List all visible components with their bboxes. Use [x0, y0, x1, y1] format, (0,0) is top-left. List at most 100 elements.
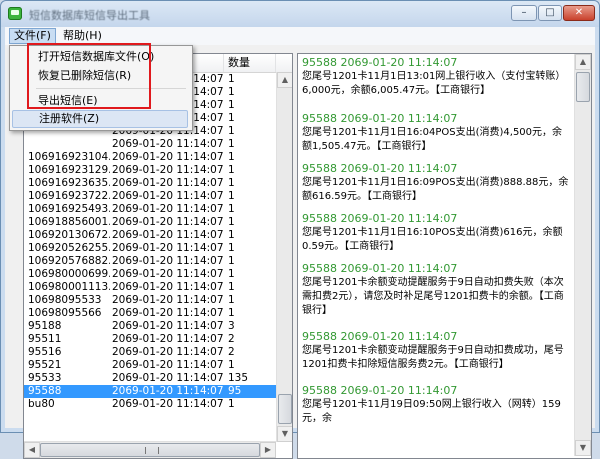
row-count: 1 — [228, 86, 235, 98]
row-count: 1 — [228, 73, 235, 85]
table-row[interactable]: 95516 2069-01-20 11:14:07 2 — [24, 346, 276, 359]
row-number: 106920130672... — [28, 229, 110, 241]
row-count: 1 — [228, 281, 235, 293]
row-time: 2069-01-20 11:14:07 — [112, 242, 224, 254]
row-number: 95188 — [28, 320, 62, 332]
table-row[interactable]: 106980001113... 2069-01-20 11:14:07 1 — [24, 281, 276, 294]
scroll-up-icon[interactable]: ▲ — [575, 54, 591, 70]
message-view[interactable]: 95588 2069-01-20 11:14:07 您尾号1201卡11月1日13… — [297, 53, 592, 459]
row-number: 106916923104... — [28, 151, 110, 163]
menu-help[interactable]: 帮助(H) — [59, 28, 106, 44]
minimize-button[interactable]: – — [511, 5, 537, 21]
row-count: 1 — [228, 203, 235, 215]
scroll-down-icon[interactable]: ▼ — [277, 426, 292, 442]
row-time: 2069-01-20 11:14:07 — [112, 190, 224, 202]
row-count: 1 — [228, 99, 235, 111]
table-row[interactable]: 106916925493... 2069-01-20 11:14:07 1 — [24, 203, 276, 216]
table-row[interactable]: 106916923129... 2069-01-20 11:14:07 1 — [24, 164, 276, 177]
row-number: 95588 — [28, 385, 62, 397]
message-body: 您尾号1201卡11月1日16:04POS支出(消费)4,500元，余额1,50… — [302, 127, 563, 152]
row-time: 2069-01-20 11:14:07 — [112, 333, 224, 345]
row-time: 2069-01-20 11:14:07 — [112, 268, 224, 280]
row-count: 1 — [228, 125, 235, 137]
message-header: 95588 2069-01-20 11:14:07 — [302, 162, 458, 175]
table-row[interactable]: 95588 2069-01-20 11:14:07 95 — [24, 385, 276, 398]
close-button[interactable]: ✕ — [563, 5, 595, 21]
message-header: 95588 2069-01-20 11:14:07 — [302, 330, 458, 343]
maximize-button[interactable]: □ — [538, 5, 562, 21]
message-header: 95588 2069-01-20 11:14:07 — [302, 262, 458, 275]
table-row[interactable]: 106920130672... 2069-01-20 11:14:07 1 — [24, 229, 276, 242]
row-number: 10698095566 — [28, 307, 102, 319]
row-number: bu80 — [28, 398, 55, 410]
row-count: 1 — [228, 216, 235, 228]
table-row[interactable]: 95188 2069-01-20 11:14:07 3 — [24, 320, 276, 333]
message-body: 您尾号1201卡余额变动提醒服务于9日自动扣费失败（本次需扣费2元），请您及时补… — [302, 277, 564, 316]
list-horizontal-scrollbar[interactable]: ◀ ▶ — [24, 441, 276, 458]
row-time: 2069-01-20 11:14:07 — [112, 164, 224, 176]
row-time: 2069-01-20 11:14:07 — [112, 294, 224, 306]
menu-open-database[interactable]: 打开短信数据库文件(O) — [12, 48, 188, 66]
message-body: 您尾号1201卡11月1日13:01网上银行收入（支付宝转账）6,000元，余额… — [302, 71, 566, 96]
message-body: 您尾号1201卡11月1日16:10POS支出(消费)616元，余额0.59元。… — [302, 227, 563, 252]
row-count: 1 — [228, 294, 235, 306]
table-row[interactable]: 2069-01-20 11:14:07 1 — [24, 138, 276, 151]
menu-file[interactable]: 文件(F) — [9, 28, 56, 44]
scroll-up-icon[interactable]: ▲ — [277, 72, 292, 88]
row-time: 2069-01-20 11:14:07 — [112, 346, 224, 358]
menu-recover-deleted[interactable]: 恢复已删除短信(R) — [12, 67, 188, 85]
table-row[interactable]: 10698095533 2069-01-20 11:14:07 1 — [24, 294, 276, 307]
title-bar[interactable]: 短信数据库短信导出工具 – □ ✕ — [1, 1, 599, 27]
row-number: 106916923129... — [28, 164, 110, 176]
table-row[interactable]: 10698095566 2069-01-20 11:14:07 1 — [24, 307, 276, 320]
window-title: 短信数据库短信导出工具 — [29, 9, 150, 22]
list-hscroll-thumb[interactable] — [40, 443, 260, 457]
menu-register[interactable]: 注册软件(Z) — [12, 110, 188, 128]
message-item: 95588 2069-01-20 11:14:07 您尾号1201卡余额变动提醒服… — [302, 330, 570, 372]
scroll-right-icon[interactable]: ▶ — [260, 442, 276, 458]
row-count: 1 — [228, 359, 235, 371]
table-row[interactable]: 106918856001... 2069-01-20 11:14:07 1 — [24, 216, 276, 229]
column-header-count[interactable]: 数量 — [224, 54, 276, 72]
row-time: 2069-01-20 11:14:07 — [112, 203, 224, 215]
row-number: 106918856001... — [28, 216, 110, 228]
table-row[interactable]: 95533 2069-01-20 11:14:07 135 — [24, 372, 276, 385]
table-row[interactable]: 106916923104... 2069-01-20 11:14:07 1 — [24, 151, 276, 164]
table-row[interactable]: 106916923722... 2069-01-20 11:14:07 1 — [24, 190, 276, 203]
scroll-left-icon[interactable]: ◀ — [24, 442, 40, 458]
row-time: 2069-01-20 11:14:07 — [112, 151, 224, 163]
message-header: 95588 2069-01-20 11:14:07 — [302, 212, 458, 225]
table-row[interactable]: 95511 2069-01-20 11:14:07 2 — [24, 333, 276, 346]
app-icon — [8, 7, 22, 20]
message-vertical-scrollbar[interactable]: ▲ ▼ — [574, 54, 591, 456]
scroll-down-icon[interactable]: ▼ — [575, 440, 591, 456]
row-count: 135 — [228, 372, 249, 384]
row-count: 1 — [228, 190, 235, 202]
message-header: 95588 2069-01-20 11:14:07 — [302, 384, 458, 397]
table-row[interactable]: 95521 2069-01-20 11:14:07 1 — [24, 359, 276, 372]
table-row[interactable]: 106920576882... 2069-01-20 11:14:07 1 — [24, 255, 276, 268]
row-count: 1 — [228, 151, 235, 163]
table-row[interactable]: 106920526255... 2069-01-20 11:14:07 1 — [24, 242, 276, 255]
row-count: 1 — [228, 229, 235, 241]
table-row[interactable]: 106980000699... 2069-01-20 11:14:07 1 — [24, 268, 276, 281]
row-time: 2069-01-20 11:14:07 — [112, 216, 224, 228]
list-scroll-thumb[interactable] — [278, 394, 292, 424]
row-count: 1 — [228, 268, 235, 280]
table-row[interactable]: bu80 2069-01-20 11:14:07 1 — [24, 398, 276, 411]
row-number: 106920576882... — [28, 255, 110, 267]
message-scroll-thumb[interactable] — [576, 72, 590, 102]
row-time: 2069-01-20 11:14:07 — [112, 307, 224, 319]
menu-bar: 文件(F) 帮助(H) — [5, 27, 595, 45]
row-time: 2069-01-20 11:14:07 — [112, 229, 224, 241]
menu-export-sms[interactable]: 导出短信(E) — [12, 92, 188, 110]
row-time: 2069-01-20 11:14:07 — [112, 138, 224, 150]
list-vertical-scrollbar[interactable]: ▲ ▼ — [276, 72, 292, 442]
row-time: 2069-01-20 11:14:07 — [112, 372, 224, 384]
scroll-grip-icon — [145, 447, 159, 454]
row-time: 2069-01-20 11:14:07 — [112, 255, 224, 267]
message-header: 95588 2069-01-20 11:14:07 — [302, 56, 458, 69]
row-count: 1 — [228, 398, 235, 410]
row-count: 1 — [228, 138, 235, 150]
table-row[interactable]: 106916923635... 2069-01-20 11:14:07 1 — [24, 177, 276, 190]
